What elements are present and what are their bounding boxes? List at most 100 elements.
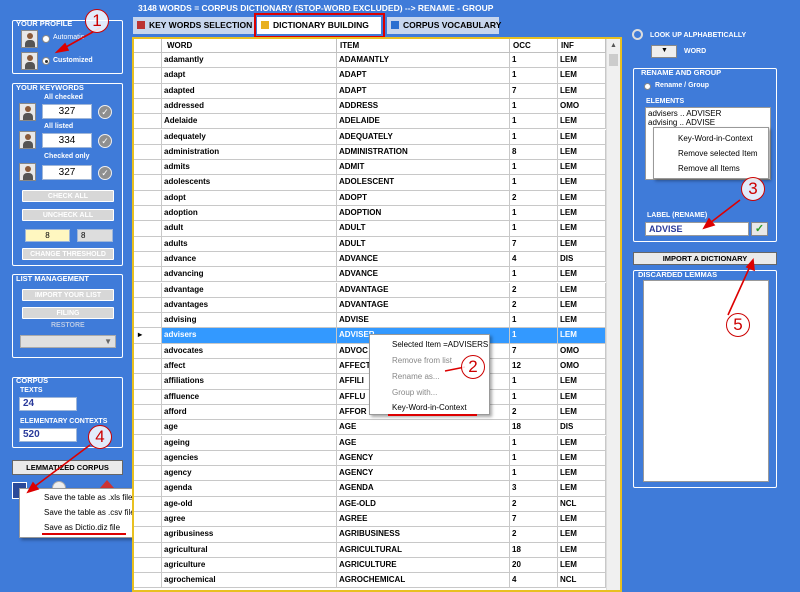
row-header-cell[interactable] (134, 221, 162, 237)
column-header-inf[interactable]: INF (558, 39, 606, 53)
radio-customized[interactable] (42, 57, 50, 65)
row-header-cell[interactable] (134, 573, 162, 589)
table-row[interactable]: agency AGENCY 1 LEM (134, 466, 606, 482)
check-icon[interactable]: ✓ (98, 166, 112, 180)
row-header-cell[interactable] (134, 542, 162, 558)
table-row[interactable]: agriculture AGRICULTURE 20 LEM (134, 557, 606, 574)
menu-item-save-xls[interactable]: Save the table as .xls file (44, 493, 133, 502)
table-row[interactable]: adapted ADAPT 7 LEM (134, 83, 606, 99)
table-row[interactable]: advantage ADVANTAGE 2 LEM (134, 282, 606, 298)
list-item[interactable]: advisers .. ADVISER (648, 109, 721, 118)
menu-item-save-csv[interactable]: Save the table as .csv file (44, 508, 135, 517)
row-header-cell[interactable] (134, 466, 162, 482)
row-header-cell[interactable] (134, 527, 162, 543)
row-header-cell[interactable] (134, 206, 162, 222)
menu-item-save-diz[interactable]: Save as Dictio.diz file (44, 523, 120, 532)
radio-automatic[interactable] (42, 35, 50, 43)
lemmatized-corpus-button[interactable]: LEMMATIZED CORPUS (12, 460, 123, 475)
change-threshold-button[interactable]: CHANGE THRESHOLD (22, 248, 114, 260)
row-header-cell[interactable] (134, 512, 162, 528)
table-row[interactable]: admits ADMIT 1 LEM (134, 160, 606, 176)
import-list-button[interactable]: IMPORT YOUR LIST (22, 289, 114, 301)
table-row[interactable]: agrochemical AGROCHEMICAL 4 NCL (134, 573, 606, 589)
menu-item-rename[interactable]: Rename as... (392, 372, 440, 381)
radio-rename-group[interactable] (644, 83, 651, 90)
table-row[interactable]: adequately ADEQUATELY 1 LEM (134, 129, 606, 145)
row-header-cell[interactable] (134, 359, 162, 375)
table-row[interactable]: adoption ADOPTION 1 LEM (134, 206, 606, 222)
check-icon[interactable]: ✓ (98, 105, 112, 119)
row-header-cell[interactable] (134, 144, 162, 161)
row-header-cell[interactable] (134, 435, 162, 451)
label-rename-input[interactable]: ADVISE (645, 222, 749, 236)
table-row[interactable]: agribusiness AGRIBUSINESS 2 LEM (134, 527, 606, 543)
tab-corpus-vocabulary[interactable]: CORPUS VOCABULARY (387, 17, 501, 34)
table-row[interactable]: agree AGREE 7 LEM (134, 512, 606, 528)
discarded-lemmas-list[interactable] (643, 280, 769, 482)
table-row[interactable]: ageing AGE 1 LEM (134, 435, 606, 451)
table-row[interactable]: agenda AGENDA 3 LEM (134, 481, 606, 497)
row-header-cell[interactable] (134, 160, 162, 176)
row-header-cell[interactable] (134, 282, 162, 298)
menu-item-remove-selected[interactable]: Remove selected Item (678, 149, 758, 158)
row-header-cell[interactable] (134, 481, 162, 497)
row-header-cell[interactable] (134, 83, 162, 99)
row-header-cell[interactable] (134, 404, 162, 421)
scroll-up-icon[interactable]: ▲ (607, 39, 620, 52)
table-row[interactable]: advance ADVANCE 4 DIS (134, 251, 606, 268)
menu-item-remove[interactable]: Remove from list (392, 356, 452, 365)
table-row[interactable]: advancing ADVANCE 1 LEM (134, 267, 606, 283)
tab-key-words-selection[interactable]: KEY WORDS SELECTION (133, 17, 255, 34)
row-header-cell[interactable] (134, 251, 162, 268)
column-header-item[interactable]: ITEM (337, 39, 510, 53)
table-row[interactable]: advantages ADVANTAGE 2 LEM (134, 297, 606, 314)
table-row[interactable]: age AGE 18 DIS (134, 420, 606, 436)
table-row[interactable]: adults ADULT 7 LEM (134, 236, 606, 252)
row-header-cell[interactable] (134, 374, 162, 390)
row-header-cell[interactable] (134, 343, 162, 359)
row-header-cell[interactable] (134, 68, 162, 84)
row-header-cell[interactable]: ▸ (134, 328, 162, 344)
home-icon[interactable] (100, 480, 114, 488)
table-row[interactable]: adapt ADAPT 1 LEM (134, 68, 606, 84)
row-header-cell[interactable] (134, 98, 162, 115)
list-item[interactable]: advising .. ADVISE (648, 118, 715, 127)
row-header-cell[interactable] (134, 114, 162, 130)
table-row[interactable]: adamantly ADAMANTLY 1 LEM (134, 53, 606, 69)
table-row[interactable]: administration ADMINISTRATION 8 LEM (134, 144, 606, 161)
row-header-cell[interactable] (134, 389, 162, 405)
filing-button[interactable]: FILING (22, 307, 114, 319)
table-row[interactable]: adult ADULT 1 LEM (134, 221, 606, 237)
column-header-word[interactable]: WORD (162, 39, 337, 53)
row-header-cell[interactable] (134, 236, 162, 252)
row-header-cell[interactable] (134, 313, 162, 329)
row-header-cell[interactable] (134, 175, 162, 191)
menu-item-group[interactable]: Group with... (392, 388, 437, 397)
threshold-input-1[interactable]: 8 (25, 229, 70, 242)
row-header-cell[interactable] (134, 557, 162, 574)
row-header-cell[interactable] (134, 420, 162, 436)
check-icon[interactable]: ✓ (98, 134, 112, 148)
uncheck-all-button[interactable]: UNCHECK ALL (22, 209, 114, 221)
row-header-cell[interactable] (134, 190, 162, 206)
table-row[interactable]: agricultural AGRICULTURAL 18 LEM (134, 542, 606, 558)
threshold-input-2[interactable]: 8 (77, 229, 113, 242)
table-row[interactable]: adopt ADOPT 2 LEM (134, 190, 606, 206)
menu-item-kwic[interactable]: Key-Word-in-Context (392, 403, 467, 412)
table-row[interactable]: adolescents ADOLESCENT 1 LEM (134, 175, 606, 191)
vertical-scrollbar[interactable]: ▲ (606, 39, 620, 590)
table-row[interactable]: addressed ADDRESS 1 OMO (134, 98, 606, 115)
row-header-cell[interactable] (134, 129, 162, 145)
table-row[interactable]: age-old AGE-OLD 2 NCL (134, 496, 606, 512)
table-row[interactable]: advising ADVISE 1 LEM (134, 313, 606, 329)
confirm-check-icon[interactable]: ✓ (751, 222, 768, 236)
row-header-cell[interactable] (134, 496, 162, 512)
lookup-dropdown[interactable]: ▼ (651, 45, 677, 58)
restore-dropdown[interactable]: ▼ (20, 335, 116, 348)
column-header-occ[interactable]: OCC (510, 39, 558, 53)
scroll-thumb[interactable] (609, 54, 618, 66)
table-row[interactable]: Adelaide ADELAIDE 1 LEM (134, 114, 606, 130)
menu-item-remove-all[interactable]: Remove all Items (678, 164, 740, 173)
row-header-cell[interactable] (134, 297, 162, 314)
menu-item-kwic[interactable]: Key-Word-in-Context (678, 134, 753, 143)
